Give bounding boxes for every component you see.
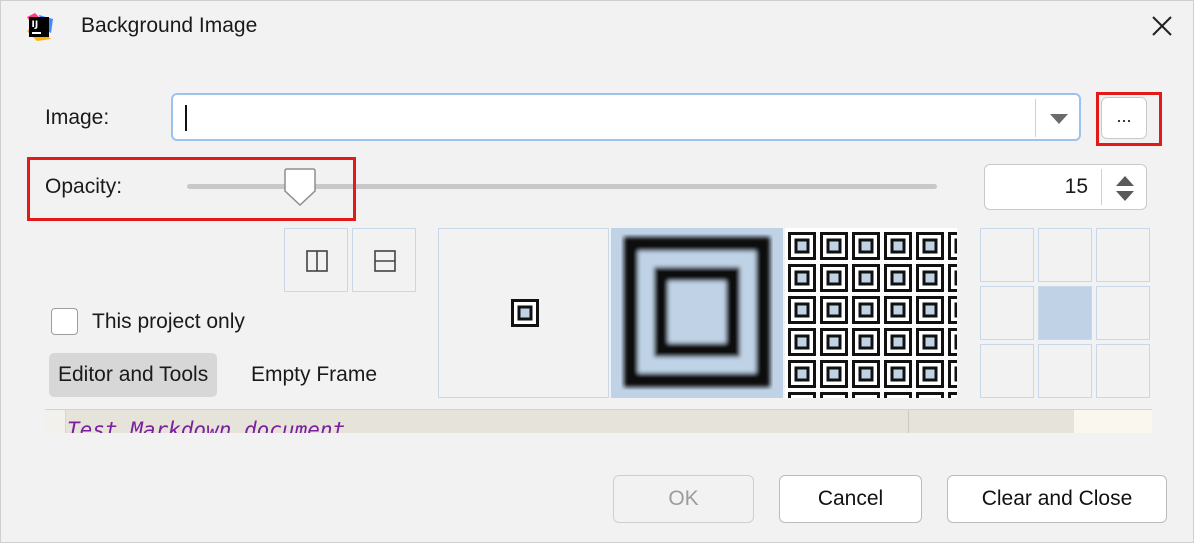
tile-square [820,264,848,292]
tile-square [820,232,848,260]
tile-square [820,328,848,356]
anchor-grid-cell[interactable] [1096,286,1150,340]
this-project-only-label[interactable]: This project only [92,310,245,334]
image-label: Image: [45,106,110,129]
window-title: Background Image [81,14,258,37]
highlight-box-opacity [27,157,356,221]
tile-square [916,360,944,388]
flip-vertical-icon [374,250,396,272]
anchor-grid-cell[interactable] [1038,228,1092,282]
tile-square [948,296,957,324]
opacity-spinner[interactable]: 15 [984,164,1147,210]
small-square-icon [511,299,539,327]
tiled-squares-icon [788,232,957,398]
tile-square [788,360,816,388]
anchor-grid-cell[interactable] [980,344,1034,398]
preview-gutter [45,410,66,433]
tile-square [820,360,848,388]
fill-center-option[interactable] [438,228,609,398]
preview-scroll-area [1074,410,1152,433]
tile-square [852,264,880,292]
tile-square [948,392,957,398]
spinner-up-icon[interactable] [1115,175,1135,187]
tile-square [852,232,880,260]
editor-preview: Test Markdown document [45,409,1152,433]
background-image-dialog: IJ Background Image Image: ... Opacity: … [0,0,1194,543]
tile-square [916,296,944,324]
tile-square [948,328,957,356]
tile-square [916,328,944,356]
combo-separator [1035,99,1036,137]
clear-and-close-button[interactable]: Clear and Close [947,475,1167,523]
spinner-down-icon[interactable] [1115,190,1135,202]
intellij-idea-icon: IJ [27,13,53,41]
tile-square [884,296,912,324]
image-path-combobox[interactable] [171,93,1081,141]
spinner-separator [1101,169,1102,205]
tile-square [884,232,912,260]
scaled-square-icon [624,237,770,387]
fill-tile-option[interactable] [785,228,957,398]
tile-square [788,232,816,260]
flip-horizontal-button[interactable] [284,228,348,292]
flip-vertical-button[interactable] [352,228,416,292]
tile-square [852,392,880,398]
anchor-grid-cell[interactable] [1038,344,1092,398]
tile-square [916,264,944,292]
flip-horizontal-icon [306,250,328,272]
anchor-grid-cell[interactable] [1096,228,1150,282]
tile-square [788,296,816,324]
app-icon-text: IJ [32,20,39,30]
tile-square [820,296,848,324]
opacity-value[interactable]: 15 [1065,175,1088,199]
tile-square [852,296,880,324]
highlight-box-browse [1096,92,1162,146]
tile-square [884,392,912,398]
anchor-grid-cell[interactable] [980,228,1034,282]
tile-square [948,360,957,388]
ok-button[interactable]: OK [613,475,754,523]
tile-square [788,264,816,292]
text-cursor [185,105,187,131]
tile-square [916,392,944,398]
chevron-down-icon[interactable] [1049,113,1069,125]
preview-right-margin [908,410,909,433]
tile-square [884,360,912,388]
cancel-button[interactable]: Cancel [779,475,922,523]
tile-square [948,264,957,292]
anchor-grid-cell[interactable] [1038,286,1092,340]
close-icon[interactable] [1147,11,1177,41]
tile-square [788,392,816,398]
title-bar: IJ Background Image [1,1,1193,53]
tab-editor-and-tools[interactable]: Editor and Tools [49,353,218,397]
tile-square [820,392,848,398]
tab-empty-frame[interactable]: Empty Frame [242,353,386,397]
anchor-grid-cell[interactable] [1096,344,1150,398]
tile-square [916,232,944,260]
tile-square [948,232,957,260]
tile-square [884,328,912,356]
tile-square [788,328,816,356]
tile-square [852,328,880,356]
preview-text: Test Markdown document [67,418,346,433]
tile-square [852,360,880,388]
tile-square [884,264,912,292]
anchor-grid-cell[interactable] [980,286,1034,340]
this-project-only-checkbox[interactable] [51,308,78,335]
fill-scale-option[interactable] [611,228,783,398]
